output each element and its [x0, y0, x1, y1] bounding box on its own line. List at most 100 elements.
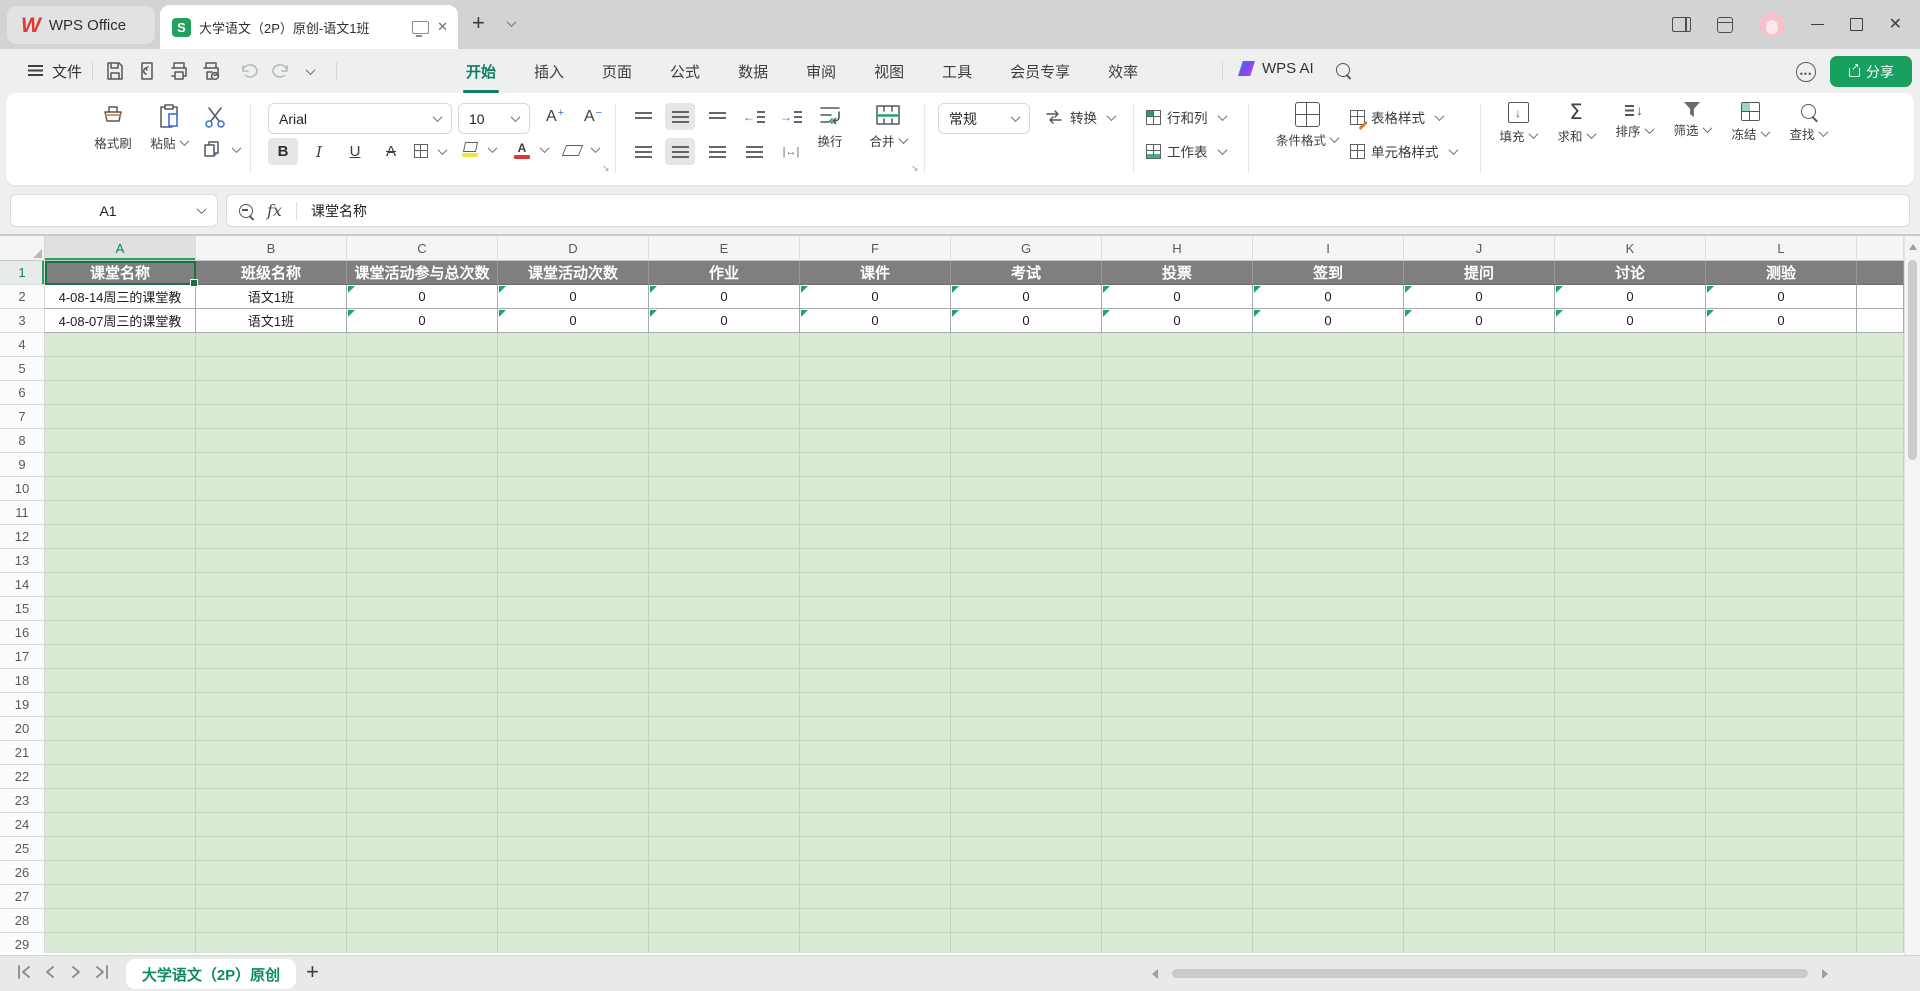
grid-cell-F23[interactable] [800, 789, 951, 813]
grid-cell-G14[interactable] [951, 573, 1102, 597]
grid-cell-L20[interactable] [1706, 717, 1857, 741]
grid-cell-K17[interactable] [1555, 645, 1706, 669]
grid-cell-J24[interactable] [1404, 813, 1555, 837]
merge-cells-button[interactable]: 合并 [860, 102, 916, 150]
grid-cell-partial-4[interactable] [1857, 333, 1904, 357]
grid-cell-F21[interactable] [800, 741, 951, 765]
grid-cell-partial-7[interactable] [1857, 405, 1904, 429]
row-header-4[interactable]: 4 [0, 333, 45, 357]
grid-cell-C8[interactable] [347, 429, 498, 453]
grid-cell-E3[interactable]: 0 [649, 309, 800, 333]
grid-cell-E13[interactable] [649, 549, 800, 573]
increase-indent-button[interactable]: → [776, 103, 806, 130]
grid-cell-K13[interactable] [1555, 549, 1706, 573]
grid-cell-H7[interactable] [1102, 405, 1253, 429]
grid-cell-D13[interactable] [498, 549, 649, 573]
grid-cell-K16[interactable] [1555, 621, 1706, 645]
grid-cell-B9[interactable] [196, 453, 347, 477]
grid-cell-J5[interactable] [1404, 357, 1555, 381]
grid-cell-E23[interactable] [649, 789, 800, 813]
grid-cell-I21[interactable] [1253, 741, 1404, 765]
grid-cell-partial-17[interactable] [1857, 645, 1904, 669]
grid-cell-A1[interactable]: 课堂名称 [45, 261, 196, 285]
grid-cell-G24[interactable] [951, 813, 1102, 837]
grid-cell-H25[interactable] [1102, 837, 1253, 861]
wps-home-button[interactable]: W WPS Office [7, 6, 155, 44]
grid-cell-F28[interactable] [800, 909, 951, 933]
grid-cell-F26[interactable] [800, 861, 951, 885]
font-size-select[interactable]: 10 [458, 103, 530, 134]
grid-cell-B2[interactable]: 语文1班 [196, 285, 347, 309]
grid-cell-B26[interactable] [196, 861, 347, 885]
grid-cell-D23[interactable] [498, 789, 649, 813]
grid-cell-partial-26[interactable] [1857, 861, 1904, 885]
grid-cell-I2[interactable]: 0 [1253, 285, 1404, 309]
grid-cell-C22[interactable] [347, 765, 498, 789]
grid-cell-D6[interactable] [498, 381, 649, 405]
grid-cell-L27[interactable] [1706, 885, 1857, 909]
grid-cell-F9[interactable] [800, 453, 951, 477]
grid-cell-L11[interactable] [1706, 501, 1857, 525]
file-menu[interactable]: 文件 [52, 61, 82, 82]
grid-cell-G10[interactable] [951, 477, 1102, 501]
clear-format-button[interactable] [564, 142, 599, 156]
grid-cell-A3[interactable]: 4-08-07周三的课堂教 [45, 309, 196, 333]
row-header-18[interactable]: 18 [0, 669, 45, 693]
grid-cell-J17[interactable] [1404, 645, 1555, 669]
redo-icon[interactable] [270, 60, 292, 82]
grid-cell-K9[interactable] [1555, 453, 1706, 477]
grid-cell-G1[interactable]: 考试 [951, 261, 1102, 285]
row-header-25[interactable]: 25 [0, 837, 45, 861]
grid-cell-F27[interactable] [800, 885, 951, 909]
grid-cell-K2[interactable]: 0 [1555, 285, 1706, 309]
grid-cell-L4[interactable] [1706, 333, 1857, 357]
sum-button[interactable]: Σ 求和 [1550, 102, 1602, 145]
grid-cell-K25[interactable] [1555, 837, 1706, 861]
wrap-text-button[interactable]: 换行 [806, 102, 854, 150]
grid-cell-D11[interactable] [498, 501, 649, 525]
grid-cell-G7[interactable] [951, 405, 1102, 429]
row-header-28[interactable]: 28 [0, 909, 45, 933]
grid-cell-C26[interactable] [347, 861, 498, 885]
grid-cell-J13[interactable] [1404, 549, 1555, 573]
row-header-29[interactable]: 29 [0, 933, 45, 953]
grid-cell-partial-11[interactable] [1857, 501, 1904, 525]
grid-cell-partial-8[interactable] [1857, 429, 1904, 453]
grid-cell-E2[interactable]: 0 [649, 285, 800, 309]
grid-cell-L1[interactable]: 测验 [1706, 261, 1857, 285]
grid-cell-H16[interactable] [1102, 621, 1253, 645]
grid-cell-H22[interactable] [1102, 765, 1253, 789]
grid-cell-A23[interactable] [45, 789, 196, 813]
grid-cell-L26[interactable] [1706, 861, 1857, 885]
grid-cell-A15[interactable] [45, 597, 196, 621]
grid-cell-I3[interactable]: 0 [1253, 309, 1404, 333]
grid-cell-D16[interactable] [498, 621, 649, 645]
grid-cell-C14[interactable] [347, 573, 498, 597]
row-header-24[interactable]: 24 [0, 813, 45, 837]
scroll-right-arrow-icon[interactable] [1822, 969, 1828, 979]
grid-cell-L21[interactable] [1706, 741, 1857, 765]
grid-cell-C18[interactable] [347, 669, 498, 693]
grid-cell-E19[interactable] [649, 693, 800, 717]
document-tab[interactable]: S 大学语文（2P）原创-语文1班 ✕ [160, 5, 458, 49]
grid-cell-E17[interactable] [649, 645, 800, 669]
grid-cell-A6[interactable] [45, 381, 196, 405]
grid-cell-A13[interactable] [45, 549, 196, 573]
tab-efficiency[interactable]: 效率 [1108, 50, 1138, 93]
grid-cell-F16[interactable] [800, 621, 951, 645]
add-sheet-button[interactable]: + [306, 959, 319, 985]
grid-cell-G12[interactable] [951, 525, 1102, 549]
grid-cell-I22[interactable] [1253, 765, 1404, 789]
grid-cell-J6[interactable] [1404, 381, 1555, 405]
grid-cell-G21[interactable] [951, 741, 1102, 765]
tab-tools[interactable]: 工具 [942, 50, 972, 93]
grid-cell-H4[interactable] [1102, 333, 1253, 357]
grid-cell-B23[interactable] [196, 789, 347, 813]
grid-cell-C15[interactable] [347, 597, 498, 621]
grid-cell-B22[interactable] [196, 765, 347, 789]
row-header-20[interactable]: 20 [0, 717, 45, 741]
grid-cell-H21[interactable] [1102, 741, 1253, 765]
grid-cell-G28[interactable] [951, 909, 1102, 933]
grid-cell-K27[interactable] [1555, 885, 1706, 909]
grid-cell-A25[interactable] [45, 837, 196, 861]
